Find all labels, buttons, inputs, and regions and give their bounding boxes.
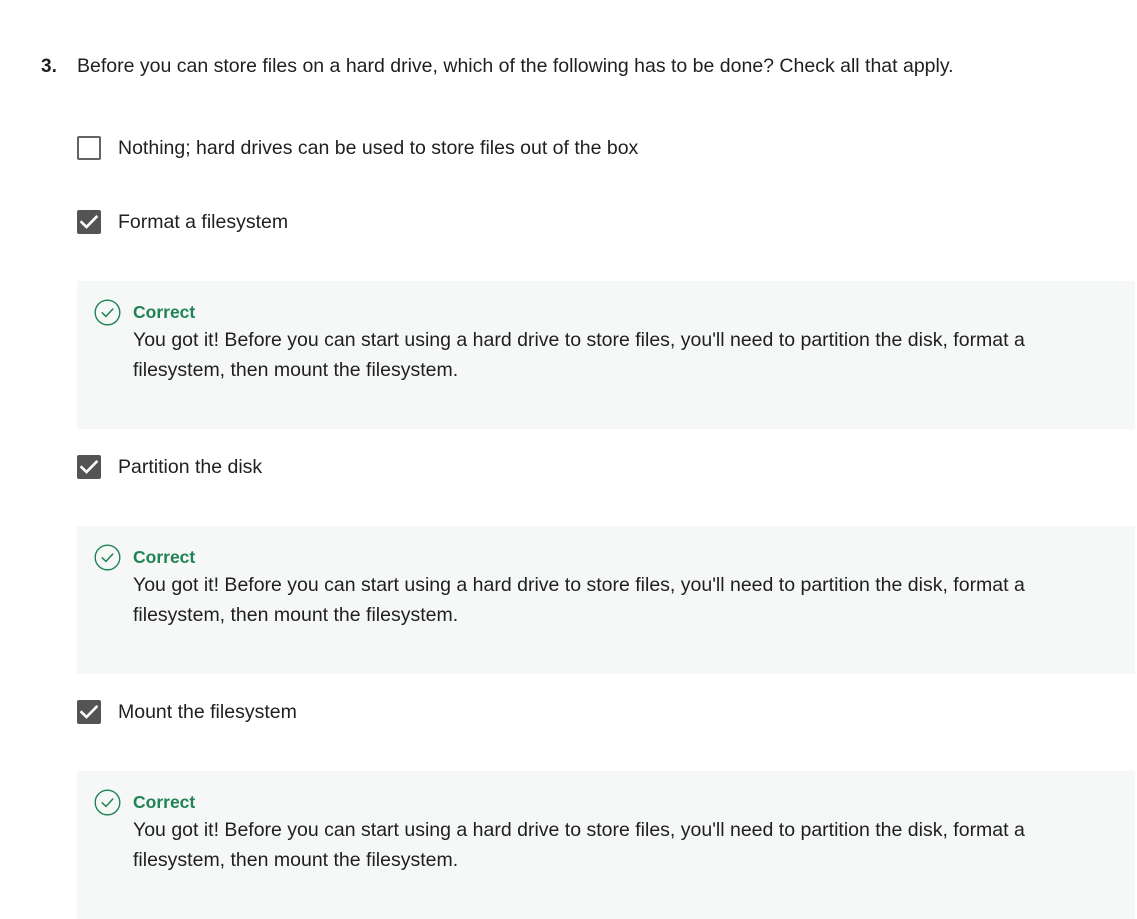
- question-number: 3.: [41, 56, 57, 77]
- checkbox-checked[interactable]: [77, 700, 101, 724]
- feedback-title: Correct: [133, 792, 196, 812]
- feedback-text: You got it! Before you can start using a…: [133, 329, 1025, 381]
- feedback-correct: Correct You got it! Before you can start…: [77, 771, 1135, 919]
- check-circle-icon: [94, 789, 121, 816]
- option-mount-filesystem[interactable]: Mount the filesystem: [77, 699, 297, 725]
- feedback-title: Correct: [133, 547, 196, 567]
- option-label: Mount the filesystem: [118, 701, 297, 723]
- checkbox-unchecked[interactable]: [77, 136, 101, 160]
- checkmark-icon: [80, 215, 98, 229]
- feedback-text: You got it! Before you can start using a…: [133, 574, 1025, 626]
- check-circle-icon: [94, 299, 121, 326]
- option-label: Format a filesystem: [118, 211, 289, 233]
- feedback-correct: Correct You got it! Before you can start…: [77, 526, 1135, 674]
- checkmark-icon: [80, 460, 98, 474]
- option-label: Nothing; hard drives can be used to stor…: [118, 137, 639, 159]
- checkmark-icon: [80, 705, 98, 719]
- checkbox-checked[interactable]: [77, 455, 101, 479]
- feedback-title: Correct: [133, 302, 196, 322]
- check-circle-icon: [94, 544, 121, 571]
- option-format-filesystem[interactable]: Format a filesystem: [77, 209, 288, 235]
- option-partition-disk[interactable]: Partition the disk: [77, 454, 262, 480]
- feedback-text: You got it! Before you can start using a…: [133, 819, 1025, 871]
- question-text: Before you can store files on a hard dri…: [77, 55, 954, 77]
- option-nothing[interactable]: Nothing; hard drives can be used to stor…: [77, 135, 638, 161]
- feedback-correct: Correct You got it! Before you can start…: [77, 281, 1135, 429]
- checkbox-checked[interactable]: [77, 210, 101, 234]
- option-label: Partition the disk: [118, 456, 263, 478]
